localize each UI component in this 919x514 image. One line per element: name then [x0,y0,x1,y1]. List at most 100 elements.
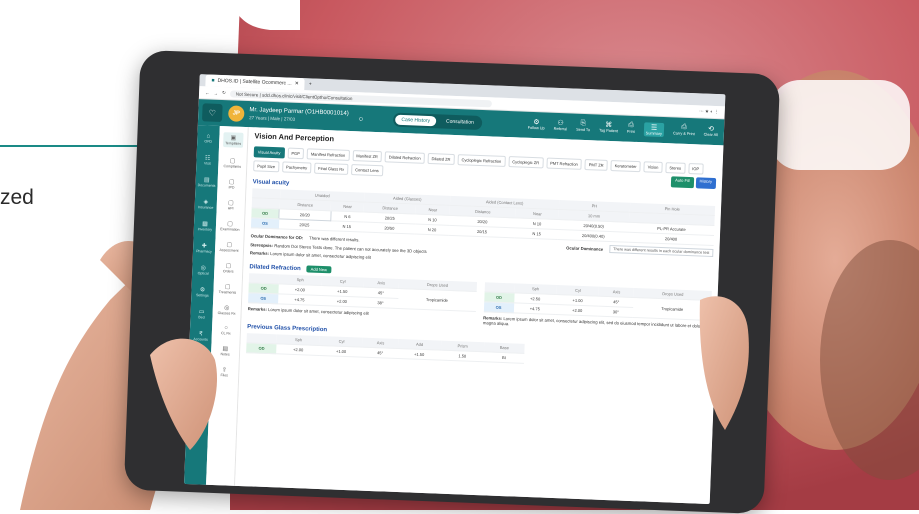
drops-used: Tropicamide [397,288,477,312]
tab-contact-lens[interactable]: Contact Lens [350,164,383,177]
tab-iop[interactable]: IOP [688,162,704,175]
carry-print-button[interactable]: ⎙ Carry & Print [673,123,695,138]
ocular-dominance-text: There was different results. [309,234,360,242]
clear-icon: ⟲ [707,125,715,133]
nav-item-opd[interactable]: ⌂ OPD [204,133,212,143]
tag-patient-button[interactable]: ⌘ Tag Patient [599,121,619,136]
callout-caption: zed [0,186,34,209]
tab-manifest-zr[interactable]: Manifest ZR [352,150,383,163]
auto-fill-button[interactable]: Auto Fill [670,176,694,189]
tab-case-history[interactable]: Case History [395,114,437,127]
tab-vision[interactable]: Vision [643,161,663,173]
summary-icon: ☰ [650,124,658,132]
forward-icon[interactable]: → [213,90,218,95]
table-cell[interactable]: N 15 [514,227,559,240]
ocular-dominance-label: Ocular Dominance for OD: [250,232,304,240]
favicon-icon: ■ [211,77,215,84]
subnav-item-treatments[interactable]: ▢ Treatments [219,283,237,294]
tab-visual-acuity[interactable]: Visual Acuity [253,146,285,159]
tab-pmt-refraction[interactable]: PMT Refraction [545,157,583,170]
tab-pupil-size[interactable]: Pupil Size [253,160,280,173]
table-cell[interactable]: 20/50 [363,222,416,235]
history-button[interactable]: History [695,177,717,190]
tab-keratometer[interactable]: Keratometer [610,160,641,173]
tab-dilated-zr[interactable]: Dilated ZR [427,152,455,166]
summary-button[interactable]: ☰ Summary [643,122,665,138]
avatar: JP [228,105,245,122]
tablet-device: ■ DHOS.ID | Satellite Ocommerc ... ✕ + ←… [123,49,781,514]
table-cell[interactable]: N 15 [329,220,364,233]
subnav-item-examination[interactable]: ▢ Examination [220,220,240,231]
subnav-item-complaints[interactable]: ▢ Complaints [223,157,241,168]
send-icon: ⎘ [580,119,587,128]
subnav-item-ipd[interactable]: ▢ IPD [228,178,234,189]
referral-button[interactable]: ⚇ Referral [553,119,568,134]
tab-manifest-refraction[interactable]: Manifest Refraction [306,148,350,161]
table-cell[interactable]: +2.00 [555,304,599,317]
nav-item-documents[interactable]: ▤ Documents [198,176,216,187]
subnav-item-notes[interactable]: ▤ Notes [220,345,230,356]
tag-icon: ⌘ [605,121,613,130]
close-icon[interactable]: ✕ [294,79,299,89]
browser-tab-title: DHOS.ID | Satellite Ocommerc ... [217,77,292,87]
app-logo-icon[interactable]: ♡ [201,103,223,123]
nav-item-audit[interactable]: ✓ Audit [196,352,204,363]
tab-final-glass-rx[interactable]: Final Glass Rx [313,162,349,175]
subnav-item-hpi[interactable]: ▢ HPI [228,199,234,210]
patient-info: Mr. Jaydeep Parmar (O1HB0001014) 27 Year… [249,106,349,126]
nav-item-inventory[interactable]: ▦ Inventory [198,220,213,231]
new-tab-icon[interactable]: + [309,81,312,87]
print-button[interactable]: ⎙ Print [627,122,635,136]
nav-item-optical[interactable]: ◎ Optical [198,264,209,275]
clear-all-button[interactable]: ⟲ Clear All [704,125,719,140]
subnav-item-glasses[interactable]: ◎ Glasses Rx [218,304,236,315]
main-content: Vision And Perception Visual Acuity PGP … [234,127,724,505]
table-cell[interactable]: +2.00 [276,343,320,356]
tab-consultation[interactable]: Consultation [440,116,480,128]
ocular-dominance-right-label: Ocular Dominance [566,244,604,252]
app-body: ⌂ OPD ☷ Visit ▤ Documents ◈ Insurance ▦ Inven… [184,125,724,505]
nav-item-insurance[interactable]: ◈ Insurance [198,198,214,209]
table-cell[interactable]: +4.75 [513,302,557,315]
ocular-dominance-note[interactable]: There was different results in each ocul… [609,245,714,258]
tab-pmt-zr[interactable]: PMT ZR [584,159,608,171]
tab-cycloplegic-zr[interactable]: Cycloplegic ZR [508,156,544,169]
clock-icon[interactable]: ○ [358,114,363,123]
back-icon[interactable]: ← [205,90,210,95]
nav-item-visit[interactable]: ☷ Visit [204,154,211,165]
table-cell[interactable]: +4.75 [278,293,321,306]
nav-item-bed[interactable]: ▭ Bed [198,308,205,319]
tab-cycloplegic-refraction[interactable]: Cycloplegic Refraction [457,154,506,167]
subnav-item-cl[interactable]: ○ CL Rx [221,325,231,335]
reload-icon[interactable]: ↻ [222,90,226,96]
tab-pgp[interactable]: PGP [287,147,305,160]
table-cell[interactable]: N 20 [415,224,450,236]
nav-item-settings[interactable]: ⚙ Settings [196,286,209,297]
subnav-item-assessment[interactable]: ▢ Assessment [219,241,238,252]
tab-dilated-refraction[interactable]: Dilated Refraction [384,151,425,164]
subnav-item-files[interactable]: ⇪ Files [220,366,228,377]
table-cell[interactable]: 45° [362,347,398,359]
header-actions: ⚙ Follow Up ⚇ Referral ⎘ Send To ⌘ Tag Patie… [528,118,725,140]
subnav-item-templates[interactable]: ▣ Templates [223,132,244,148]
table-cell[interactable]: +2.00 [320,295,364,308]
remarks-text: Lorem ipsum dolor sit amet, consectetur … [270,251,372,260]
follow-up-button[interactable]: ⚙ Follow Up [528,118,545,133]
table-cell[interactable]: 20/400(0.40) [557,229,629,243]
table-cell[interactable]: +1.00 [319,345,363,358]
table-cell[interactable]: 20/15 [448,225,516,238]
table-cell[interactable]: 30° [598,306,634,318]
table-cell[interactable]: 20/25 [278,218,331,231]
table-cell[interactable]: BI [483,351,525,364]
subnav-item-orders[interactable]: ▢ Orders [223,262,234,273]
table-cell[interactable]: 38° [362,297,399,309]
nav-item-pharmacy[interactable]: ✚ Pharmacy [196,242,212,253]
tab-stereo[interactable]: Stereo [665,162,686,174]
nav-item-accounts[interactable]: ₹ Accounts [193,330,208,341]
add-new-button[interactable]: Add New [306,265,332,274]
tab-pachymetry[interactable]: Pachymetry [281,161,312,174]
table-cell[interactable]: 20/400 [628,232,714,246]
table-cell[interactable]: 1.50 [440,350,485,362]
table-cell[interactable]: +1.50 [397,348,441,361]
send-to-button[interactable]: ⎘ Send To [576,120,590,135]
